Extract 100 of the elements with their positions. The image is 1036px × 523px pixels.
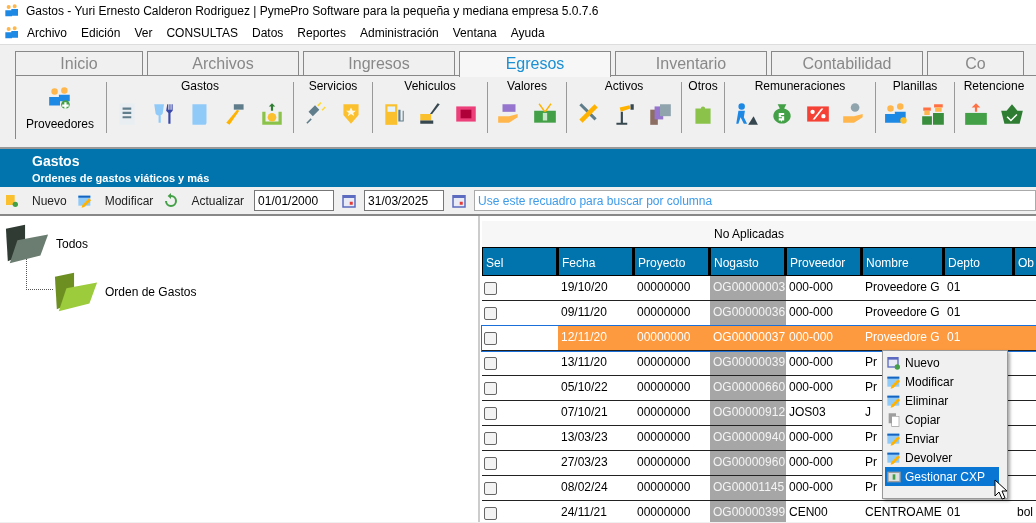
copy-icon — [886, 411, 902, 428]
worker-digging-icon[interactable] — [733, 101, 759, 127]
table-cell: 01 — [947, 505, 961, 519]
menu-item[interactable]: Archivo — [20, 26, 74, 40]
group-label: Servicios — [308, 79, 358, 93]
column-header[interactable]: Ob — [1014, 247, 1036, 276]
table-cell: OG00000940 — [710, 426, 786, 450]
menu-item[interactable]: Datos — [244, 26, 291, 40]
table-cell: 27/03/23 — [561, 455, 608, 469]
menu-item[interactable]: Administración — [353, 26, 446, 40]
column-header[interactable]: Nogasto — [710, 247, 786, 276]
table-cell: 19/10/20 — [561, 280, 608, 294]
group-label: Retencione — [963, 79, 1025, 93]
checkbox[interactable] — [484, 307, 497, 320]
refresh-button[interactable]: Actualizar — [163, 192, 249, 209]
calendar-add-icon — [886, 354, 902, 371]
column-header[interactable]: Depto — [944, 247, 1014, 276]
people-icon[interactable] — [4, 25, 20, 41]
excavator-icon[interactable] — [417, 101, 443, 127]
table-cell: 07/10/21 — [561, 405, 608, 419]
devices-icon[interactable] — [647, 101, 673, 127]
table-cell: JOS03 — [789, 405, 826, 419]
menu-item[interactable]: Eliminar — [885, 391, 999, 410]
menu-item[interactable]: Nuevo — [885, 353, 999, 372]
table-cell: CENTROAME — [865, 505, 942, 519]
checkbox[interactable] — [484, 507, 497, 520]
folder-icon — [4, 224, 50, 264]
tray-coin-icon[interactable] — [259, 101, 285, 127]
table-cell: 000-000 — [789, 455, 834, 469]
modify-button[interactable]: Modificar — [76, 192, 158, 209]
table-cell: 000-000 — [789, 330, 834, 344]
table-cell: Proveedore G — [865, 330, 940, 344]
table-cell: 00000000 — [637, 380, 691, 394]
table-cell: 00000000 — [637, 480, 691, 494]
column-header[interactable]: Proveedor — [786, 247, 862, 276]
menu-item[interactable]: Gestionar CXP — [885, 467, 999, 486]
menu-item[interactable]: Enviar — [885, 429, 999, 448]
menu-item[interactable]: Edición — [74, 26, 128, 40]
table-caption: No Aplicadas — [713, 227, 784, 241]
menu-item[interactable]: Ventana — [445, 26, 504, 40]
search-field[interactable]: Use este recuadro para buscar por columna — [474, 190, 1036, 211]
table-cell: 12/11/20 — [561, 330, 607, 344]
people-coin-icon[interactable] — [884, 101, 910, 127]
table-cell: Proveedore G — [865, 305, 940, 319]
new-button[interactable]: Nuevo — [4, 192, 71, 209]
checkbox[interactable] — [484, 407, 497, 420]
menu-item[interactable]: Modificar — [885, 372, 999, 391]
table-cell: 24/11/21 — [561, 505, 607, 519]
people-add-icon — [47, 85, 73, 111]
tree-item[interactable]: Todos — [56, 237, 89, 251]
group-label: Vehiculos — [404, 79, 456, 93]
table-cell: 00000000 — [637, 280, 691, 294]
suppliers-button[interactable]: Proveedores — [16, 79, 104, 139]
checkbox[interactable] — [484, 332, 497, 345]
column-header[interactable]: Fecha — [558, 247, 634, 276]
checkbox[interactable] — [484, 282, 497, 295]
table-cell: 01 — [947, 305, 961, 319]
table-cell: 05/10/22 — [561, 380, 608, 394]
table-cell: 00000000 — [637, 330, 691, 344]
table-cell: 000-000 — [789, 380, 834, 394]
banknote-arrow-icon[interactable] — [963, 101, 989, 127]
column-header[interactable]: Sel — [482, 247, 558, 276]
folder-icon — [53, 272, 99, 312]
table-cell: Proveedore G — [865, 280, 940, 294]
group-label: Valores — [507, 79, 547, 93]
tree-connector-line — [26, 258, 53, 290]
menu-item[interactable]: Ver — [127, 26, 160, 40]
table-cell: 000-000 — [789, 280, 834, 294]
table-cell: 00000000 — [637, 455, 691, 469]
checkbox[interactable] — [484, 482, 497, 495]
table-cell: 13/11/20 — [561, 355, 607, 369]
table-cell: 09/11/20 — [561, 305, 607, 319]
checkbox[interactable] — [484, 382, 497, 395]
table-cell: 08/02/24 — [561, 480, 608, 494]
menu-item[interactable]: Reportes — [290, 26, 354, 40]
date-field[interactable]: 31/03/2025 — [364, 190, 445, 211]
workers-icon[interactable] — [920, 101, 946, 127]
table-cell: Pr — [865, 430, 877, 444]
menu-item[interactable]: Copiar — [885, 410, 999, 429]
tree-item[interactable]: Orden de Gastos — [105, 285, 197, 299]
table-cell: OG00000912 — [710, 401, 786, 425]
table-cell: bol — [1017, 505, 1033, 519]
table-cell: Pr — [865, 380, 877, 394]
checkbox[interactable] — [484, 432, 497, 445]
checkbox[interactable] — [484, 457, 497, 470]
group-label: Planillas — [892, 79, 938, 93]
group-label: Activos — [604, 79, 644, 93]
table-cell: 00000000 — [637, 305, 691, 319]
table-cell: 01 — [947, 280, 961, 294]
group-label: Otros — [688, 79, 718, 93]
table-cell: Pr — [865, 480, 877, 494]
column-header[interactable]: Nombre — [862, 247, 944, 276]
group-label: Gastos — [181, 79, 219, 93]
column-header[interactable]: Proyecto — [634, 247, 710, 276]
menu-item[interactable]: CONSULTAS — [159, 26, 245, 40]
date-field[interactable]: 01/01/2000 — [254, 190, 335, 211]
checkbox[interactable] — [484, 357, 497, 370]
table-cell: 01 — [947, 330, 961, 344]
menu-item[interactable]: Devolver — [885, 448, 999, 467]
menu-item[interactable]: Ayuda — [503, 26, 552, 40]
